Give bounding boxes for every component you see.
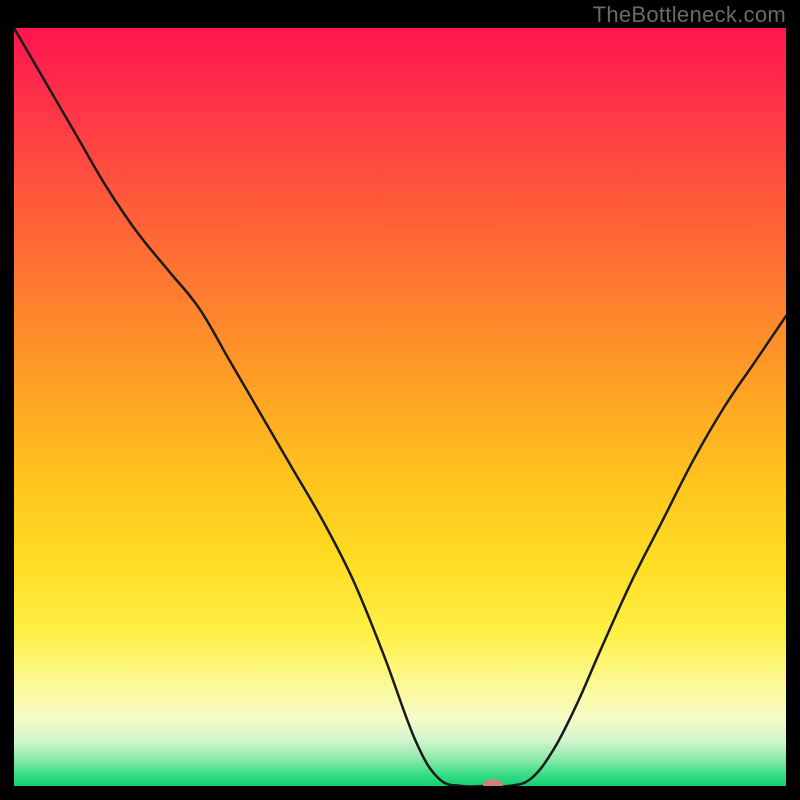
watermark-text: TheBottleneck.com bbox=[593, 2, 786, 28]
optimal-point-marker bbox=[483, 780, 503, 787]
chart-plot-area bbox=[14, 28, 786, 786]
bottleneck-curve bbox=[14, 28, 786, 786]
